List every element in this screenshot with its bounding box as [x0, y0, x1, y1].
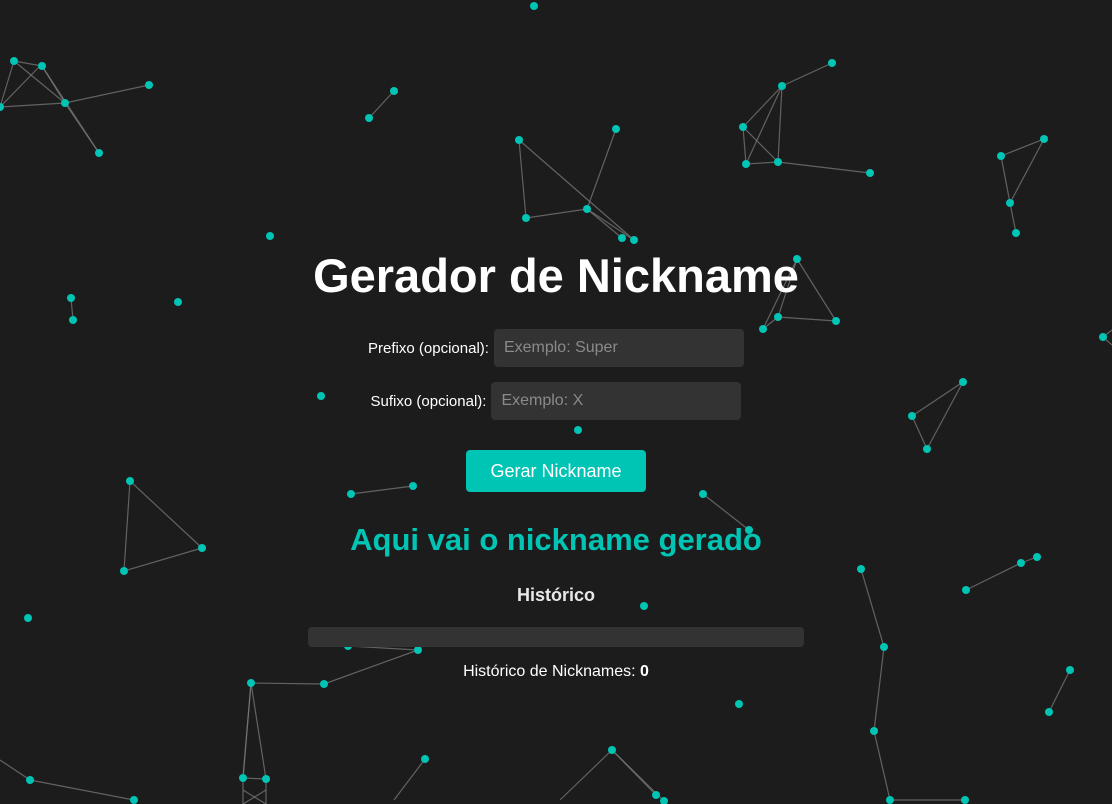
history-count-label: Histórico de Nicknames: — [463, 663, 636, 680]
prefix-input[interactable] — [493, 329, 744, 367]
generate-nickname-button[interactable]: Gerar Nickname — [466, 450, 646, 492]
history-count-value: 0 — [640, 663, 649, 680]
generated-nickname-display: Aqui vai o nickname gerado — [350, 522, 762, 557]
suffix-label: Sufixo (opcional): — [370, 392, 487, 410]
prefix-row: Prefixo (opcional): — [0, 329, 1112, 367]
prefix-label: Prefixo (opcional): — [368, 339, 489, 357]
history-title: Histórico — [516, 585, 595, 605]
history-list — [308, 627, 804, 647]
suffix-input[interactable] — [491, 382, 742, 420]
history-count: Histórico de Nicknames: 0 — [0, 662, 1112, 682]
page-title: Gerador de Nickname — [313, 249, 799, 302]
suffix-row: Sufixo (opcional): — [0, 382, 1112, 420]
app-container: Gerador de Nickname Prefixo (opcional): … — [0, 0, 1112, 804]
